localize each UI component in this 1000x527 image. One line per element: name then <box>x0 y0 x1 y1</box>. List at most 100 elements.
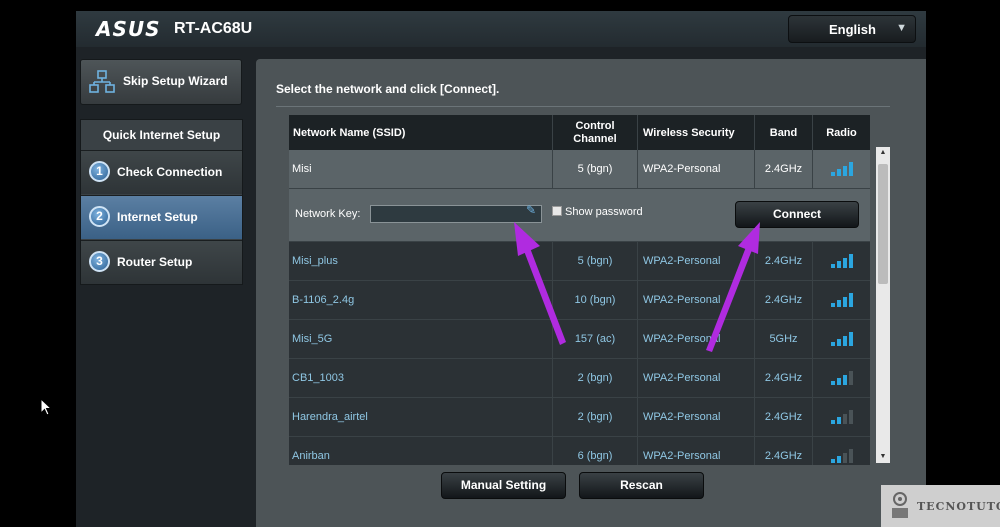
network-selection-panel: Select the network and click [Connect]. … <box>256 59 926 527</box>
signal-bar <box>848 162 853 176</box>
band-cell: 2.4GHz <box>755 150 813 188</box>
channel-cell: 2 (bgn) <box>553 398 638 436</box>
steps-title: Quick Internet Setup <box>102 128 221 142</box>
signal-bar <box>830 342 835 346</box>
radio-cell <box>813 242 870 280</box>
network-key-row: Network Key: ✎ Show password Connect <box>289 189 870 242</box>
signal-bar <box>842 453 847 463</box>
step-internet-setup[interactable]: 2 Internet Setup <box>81 195 242 239</box>
signal-bar <box>848 254 853 268</box>
signal-bar <box>830 420 835 424</box>
signal-bar <box>836 339 841 346</box>
column-header-radio: Radio <box>826 126 857 139</box>
step-number-3: 3 <box>89 251 110 272</box>
step-number-2: 2 <box>89 206 110 227</box>
signal-strength-icon <box>830 332 853 346</box>
network-key-label: Network Key: <box>295 208 361 220</box>
router-setup-window: ASUS RT-AC68U English ▼ Skip Setup Wizar… <box>76 11 926 527</box>
network-row[interactable]: B-1106_2.4g 10 (bgn) WPA2-Personal 2.4GHz <box>289 281 870 320</box>
channel-cell: 2 (bgn) <box>553 359 638 397</box>
band-cell: 2.4GHz <box>755 242 813 280</box>
scroll-up-arrow-icon[interactable]: ▲ <box>876 147 890 159</box>
signal-bar <box>836 378 841 385</box>
ssid-cell: Misi_plus <box>289 242 553 280</box>
channel-cell: 5 (bgn) <box>553 242 638 280</box>
show-password-checkbox[interactable] <box>552 206 562 216</box>
radio-cell <box>813 320 870 358</box>
signal-bar <box>848 293 853 307</box>
network-topology-icon <box>89 70 115 93</box>
band-cell: 2.4GHz <box>755 281 813 319</box>
security-cell: WPA2-Personal <box>638 320 755 358</box>
network-row[interactable]: Misi_5G 157 (ac) WPA2-Personal 5GHz <box>289 320 870 359</box>
security-cell: WPA2-Personal <box>638 359 755 397</box>
model-name: RT-AC68U <box>174 20 253 37</box>
quick-internet-setup-steps: Quick Internet Setup 1 Check Connection … <box>80 119 243 285</box>
radio-cell <box>813 398 870 436</box>
network-row[interactable]: Anirban 6 (bgn) WPA2-Personal 2.4GHz <box>289 437 870 465</box>
column-header-security: Wireless Security <box>638 115 755 150</box>
ssid-cell: Anirban <box>289 437 553 465</box>
table-scrollbar[interactable]: ▲ ▼ <box>876 147 890 463</box>
robot-logo-icon <box>892 492 908 518</box>
skip-setup-wizard-label: Skip Setup Wizard <box>123 74 228 88</box>
signal-bar <box>836 417 841 424</box>
ssid-cell: Misi <box>289 150 553 188</box>
security-cell: WPA2-Personal <box>638 281 755 319</box>
network-row[interactable]: Harendra_airtel 2 (bgn) WPA2-Personal 2.4GH… <box>289 398 870 437</box>
band-cell: 2.4GHz <box>755 359 813 397</box>
signal-bar <box>848 332 853 346</box>
manual-setting-button[interactable]: Manual Setting <box>441 472 566 499</box>
signal-strength-icon <box>830 293 853 307</box>
signal-bar <box>836 456 841 463</box>
signal-bar <box>848 371 853 385</box>
signal-bar <box>848 449 853 463</box>
signal-bar <box>836 300 841 307</box>
step-label: Internet Setup <box>117 210 198 224</box>
band-cell: 2.4GHz <box>755 398 813 436</box>
step-label: Router Setup <box>117 255 193 269</box>
signal-bar <box>842 297 847 307</box>
network-table: Network Name (SSID) Control Channel Wire… <box>289 115 870 465</box>
skip-setup-wizard-button[interactable]: Skip Setup Wizard <box>80 59 242 105</box>
language-select[interactable]: English ▼ <box>788 15 916 43</box>
divider <box>276 106 890 107</box>
key-icon: ✎ <box>526 203 537 217</box>
signal-bar <box>830 381 835 385</box>
channel-cell: 6 (bgn) <box>553 437 638 465</box>
radio-cell <box>813 437 870 465</box>
network-row-selected[interactable]: Misi 5 (bgn) WPA2-Personal 2.4GHz <box>289 150 870 189</box>
column-header-channel: Control Channel <box>553 115 638 150</box>
signal-strength-icon <box>830 162 853 176</box>
column-header-ssid: Network Name (SSID) <box>289 115 553 150</box>
signal-bar <box>842 375 847 385</box>
signal-bar <box>830 264 835 268</box>
network-row[interactable]: Misi_plus 5 (bgn) WPA2-Personal 2.4GHz <box>289 242 870 281</box>
network-row[interactable]: CB1_1003 2 (bgn) WPA2-Personal 2.4GHz <box>289 359 870 398</box>
step-number-1: 1 <box>89 161 110 182</box>
channel-cell: 5 (bgn) <box>553 150 638 188</box>
band-cell: 5GHz <box>755 320 813 358</box>
network-key-input[interactable] <box>370 205 542 223</box>
radio-cell <box>813 150 870 188</box>
signal-strength-icon <box>830 254 853 268</box>
channel-cell: 10 (bgn) <box>553 281 638 319</box>
signal-bar <box>830 172 835 176</box>
band-cell: 2.4GHz <box>755 437 813 465</box>
show-password-label: Show password <box>565 206 643 218</box>
scroll-down-arrow-icon[interactable]: ▼ <box>876 451 890 463</box>
radio-cell <box>813 359 870 397</box>
connect-button[interactable]: Connect <box>735 201 859 228</box>
signal-bar <box>836 261 841 268</box>
security-cell: WPA2-Personal <box>638 398 755 436</box>
rescan-button[interactable]: Rescan <box>579 472 704 499</box>
security-cell: WPA2-Personal <box>638 437 755 465</box>
channel-cell: 157 (ac) <box>553 320 638 358</box>
ssid-cell: CB1_1003 <box>289 359 553 397</box>
step-check-connection[interactable]: 1 Check Connection <box>81 150 242 194</box>
signal-strength-icon <box>830 410 853 424</box>
step-router-setup[interactable]: 3 Router Setup <box>81 240 242 284</box>
step-label: Check Connection <box>117 165 223 179</box>
signal-bar <box>842 336 847 346</box>
scroll-thumb[interactable] <box>878 164 888 284</box>
